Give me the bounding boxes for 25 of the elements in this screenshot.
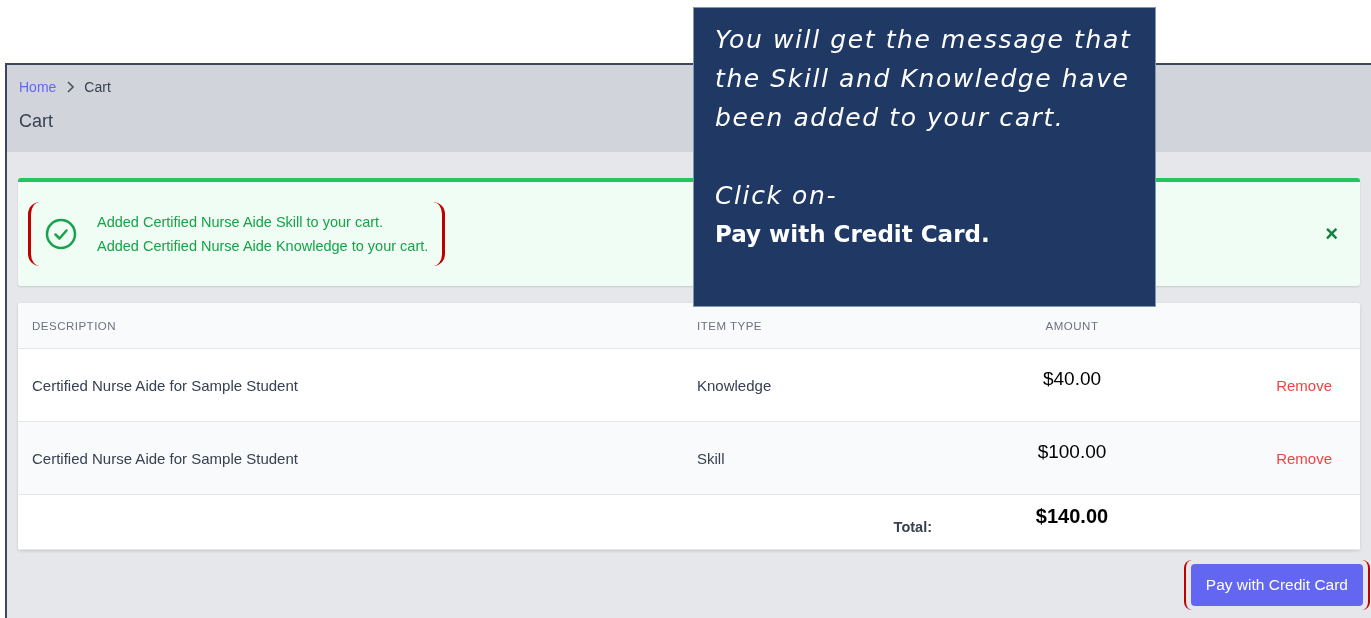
table-cell-text: Certified Nurse Aide for Sample Student: [32, 376, 299, 394]
callout-message: You will get the message that the Skill and Knowledge have been added to your cart.: [715, 24, 1133, 134]
column-header: ITEM TYPE: [697, 319, 763, 332]
remove-link[interactable]: Remove: [1276, 449, 1332, 467]
page-title: Cart: [19, 111, 53, 132]
alert-message: Added Certified Nurse Aide Knowledge to your cart.: [97, 238, 429, 254]
callout-action: Pay with Credit Card.: [715, 220, 991, 249]
table-cell-text: Knowledge: [697, 376, 773, 394]
amount-cell: $100.00: [1037, 441, 1107, 463]
check-circle-icon: [45, 218, 77, 250]
close-button[interactable]: ×: [1325, 223, 1338, 245]
alert-message: Added Certified Nurse Aide Skill to your cart.: [97, 214, 385, 230]
breadcrumb-link[interactable]: Home: [19, 79, 57, 95]
callout-instruction: Click on-: [715, 180, 839, 212]
chevron-right-icon: [66, 81, 75, 93]
breadcrumb-current: Cart: [84, 79, 111, 95]
pay-button[interactable]: Pay with Credit Card: [1190, 564, 1363, 606]
remove-link[interactable]: Remove: [1276, 376, 1332, 394]
total-label: Total:: [893, 519, 932, 535]
table-cell-text: Skill: [697, 449, 726, 467]
column-header: DESCRIPTION: [32, 319, 118, 332]
column-header: AMOUNT: [1044, 319, 1100, 332]
total-amount: $140.00: [1035, 504, 1109, 528]
amount-cell: $40.00: [1042, 368, 1102, 390]
table-cell-text: Certified Nurse Aide for Sample Student: [32, 449, 299, 467]
